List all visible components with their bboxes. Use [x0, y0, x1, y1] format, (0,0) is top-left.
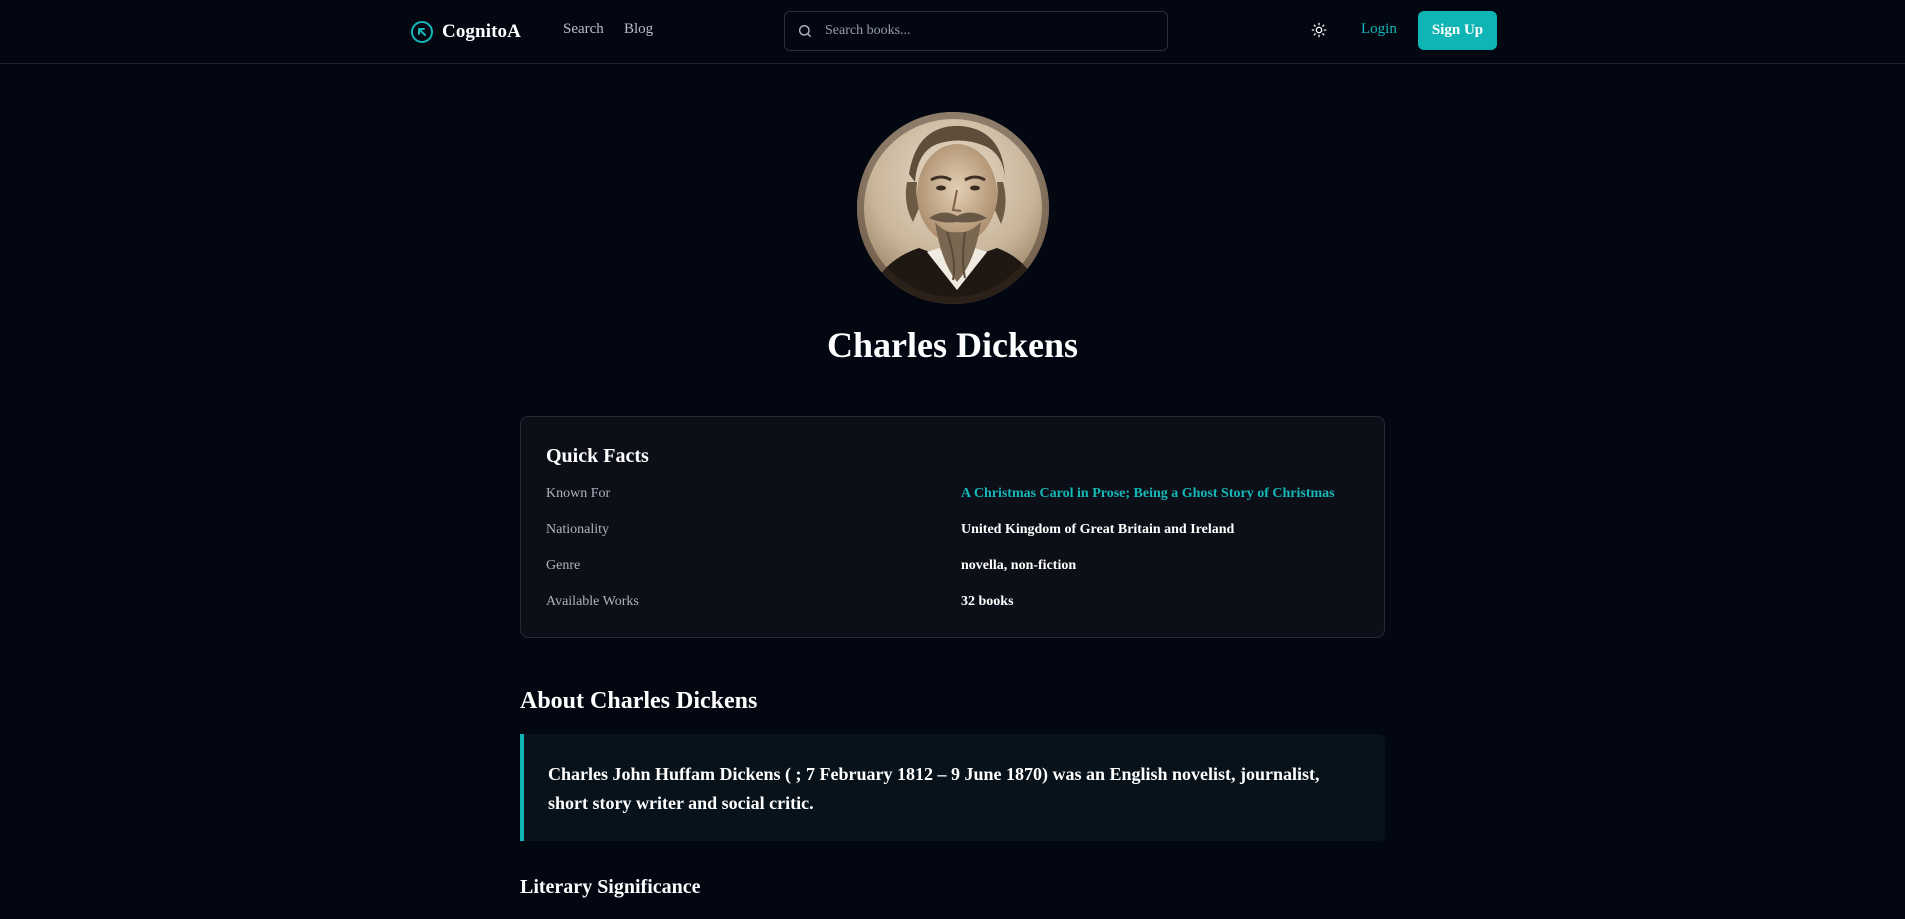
search-icon — [799, 25, 811, 37]
brand-link[interactable]: CognitoA — [410, 19, 521, 45]
about-quote-block: Charles John Huffam Dickens ( ; 7 Februa… — [520, 734, 1385, 841]
nav-link-blog[interactable]: Blog — [624, 21, 653, 38]
sign-up-button[interactable]: Sign Up — [1418, 11, 1497, 50]
fact-row-nationality: Nationality United Kingdom of Great Brit… — [546, 522, 1361, 542]
author-portrait — [857, 112, 1049, 304]
nav-link-search[interactable]: Search — [563, 21, 604, 38]
fact-value: novella, non-fiction — [961, 558, 1077, 573]
arrow-up-left-circle-icon — [411, 21, 433, 43]
fact-row-genre: Genre novella, non-fiction — [546, 558, 1361, 578]
login-link[interactable]: Login — [1361, 21, 1397, 38]
fact-row-available-works: Available Works 32 books — [546, 594, 1361, 614]
sun-icon — [1311, 22, 1327, 38]
literary-significance-heading: Literary Significance — [520, 876, 701, 898]
known-for-book-link[interactable]: A Christmas Carol in Prose; Being a Ghos… — [961, 486, 1335, 502]
fact-label: Available Works — [546, 594, 639, 609]
about-quote-text: Charles John Huffam Dickens ( ; 7 Februa… — [548, 764, 1320, 813]
search-bar[interactable] — [784, 11, 1168, 51]
author-name-heading: Charles Dickens — [827, 325, 1078, 365]
fact-value: 32 books — [961, 594, 1014, 609]
brand-name: CognitoA — [442, 21, 521, 42]
fact-label: Nationality — [546, 522, 609, 537]
fact-value: United Kingdom of Great Britain and Irel… — [961, 522, 1235, 537]
fact-label: Genre — [546, 558, 581, 573]
theme-toggle-button[interactable] — [1309, 20, 1329, 40]
fact-row-known-for: Known For A Christmas Carol in Prose; Be… — [546, 486, 1361, 506]
quick-facts-title: Quick Facts — [546, 445, 649, 467]
top-navigation-bar: CognitoA Search Blog Login Sign Up — [0, 0, 1905, 64]
fact-label: Known For — [546, 486, 611, 501]
about-heading: About Charles Dickens — [520, 688, 758, 714]
quick-facts-card: Quick Facts Known For A Christmas Carol … — [520, 416, 1385, 638]
search-input[interactable] — [823, 22, 1167, 40]
